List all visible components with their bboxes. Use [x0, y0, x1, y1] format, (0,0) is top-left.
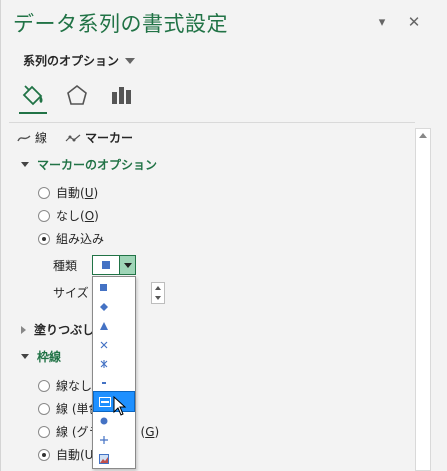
access-key: O — [84, 209, 95, 223]
radio-button[interactable] — [38, 186, 50, 199]
pane-options-chevron-icon[interactable]: ▾ — [374, 14, 390, 30]
radio-border-auto[interactable]: 自動(U — [38, 446, 93, 463]
marker-type-dropdown-list — [92, 276, 136, 469]
vertical-scrollbar[interactable] — [415, 128, 431, 471]
marker-option-star[interactable] — [94, 354, 134, 373]
radio-button[interactable] — [38, 209, 50, 222]
marker-option-square[interactable] — [94, 278, 134, 297]
pane-title: データ系列の書式設定 — [13, 12, 228, 36]
fill-line-category-icon[interactable] — [19, 81, 47, 109]
radio-marker-none-label: なし(O) — [56, 207, 99, 224]
radio-button[interactable] — [38, 425, 50, 438]
line-icon — [17, 134, 31, 141]
radio-marker-builtin-label: 組み込み — [56, 232, 105, 246]
chevron-down-icon — [123, 262, 132, 268]
chevron-down-icon — [125, 57, 136, 64]
radio-marker-none[interactable]: なし(O) — [38, 207, 99, 224]
spin-down-icon[interactable] — [155, 296, 161, 300]
close-icon[interactable]: ✕ — [406, 13, 422, 31]
radio-label-text: なし( — [56, 209, 85, 223]
radio-button[interactable] — [38, 232, 50, 245]
star-marker-icon — [100, 359, 108, 368]
circle-marker-icon — [100, 417, 108, 424]
radio-button[interactable] — [38, 402, 50, 415]
tab-marker-label: マーカー — [85, 131, 134, 145]
section-fill-label: 塗りつぶし — [34, 323, 95, 337]
radio-label-tail: ) — [94, 209, 99, 223]
square-marker-icon — [100, 283, 107, 291]
short-dash-marker-icon — [102, 381, 106, 384]
expanded-triangle-icon — [21, 354, 29, 359]
radio-button[interactable] — [38, 379, 50, 392]
long-dash-marker-icon — [99, 396, 111, 407]
picture-marker-icon — [99, 453, 109, 464]
expanded-triangle-icon — [21, 162, 29, 167]
marker-option-plus[interactable] — [94, 430, 134, 449]
series-options-label: 系列のオプション — [23, 54, 120, 68]
radio-label-tail: ) — [154, 425, 160, 439]
marker-option-triangle[interactable] — [94, 316, 134, 335]
radio-marker-auto[interactable]: 自動(U) — [38, 184, 98, 201]
marker-line-icon — [65, 134, 81, 141]
section-border-label: 枠線 — [37, 350, 62, 364]
section-border[interactable]: 枠線 — [21, 348, 61, 365]
marker-option-short-dash[interactable] — [94, 373, 134, 392]
radio-border-auto-label: 自動(U — [56, 448, 94, 462]
active-category-indicator — [19, 112, 47, 114]
spin-up-icon[interactable] — [155, 286, 161, 290]
x-marker-icon — [100, 341, 108, 348]
plus-marker-icon — [100, 435, 108, 444]
marker-size-spinner[interactable] — [151, 282, 165, 304]
section-marker-options-label: マーカーのオプション — [37, 158, 158, 172]
radio-label-text: 自動( — [56, 186, 85, 200]
type-label: 種類 — [53, 259, 78, 273]
effects-category-icon[interactable] — [63, 81, 91, 109]
diamond-marker-icon — [100, 302, 108, 311]
tab-line-label: 線 — [35, 131, 48, 145]
marker-option-picture[interactable] — [94, 449, 134, 468]
marker-type-dropdown-button[interactable] — [119, 256, 135, 274]
tab-marker[interactable]: マーカー — [65, 129, 133, 146]
section-fill[interactable]: 塗りつぶし — [21, 321, 94, 338]
series-options-dropdown[interactable]: 系列のオプション — [23, 52, 136, 69]
marker-type-select[interactable] — [92, 255, 136, 275]
scroll-up-icon[interactable] — [419, 133, 427, 138]
mouse-pointer-icon — [113, 395, 127, 420]
collapsed-triangle-icon — [21, 325, 26, 334]
size-label: サイズ — [53, 286, 89, 300]
radio-marker-builtin[interactable]: 組み込み — [38, 230, 104, 247]
access-key: G — [145, 425, 155, 439]
marker-option-diamond[interactable] — [94, 297, 134, 316]
radio-marker-auto-label: 自動(U) — [56, 184, 98, 201]
series-options-category-icon[interactable] — [107, 81, 135, 109]
divider — [9, 122, 415, 123]
radio-border-none[interactable]: 線なし( — [38, 377, 97, 394]
radio-label-tail: ) — [93, 186, 99, 200]
format-data-series-pane: データ系列の書式設定 ▾ ✕ 系列のオプション 線 マーカー マーカーのオプショ… — [0, 0, 447, 471]
radio-border-none-label: 線なし( — [56, 379, 97, 393]
selected-marker-square-icon — [93, 256, 119, 274]
marker-option-x[interactable] — [94, 335, 134, 354]
triangle-marker-icon — [100, 321, 108, 330]
section-marker-options[interactable]: マーカーのオプション — [21, 156, 157, 173]
tab-line[interactable]: 線 — [17, 129, 47, 146]
radio-button[interactable] — [38, 448, 50, 461]
